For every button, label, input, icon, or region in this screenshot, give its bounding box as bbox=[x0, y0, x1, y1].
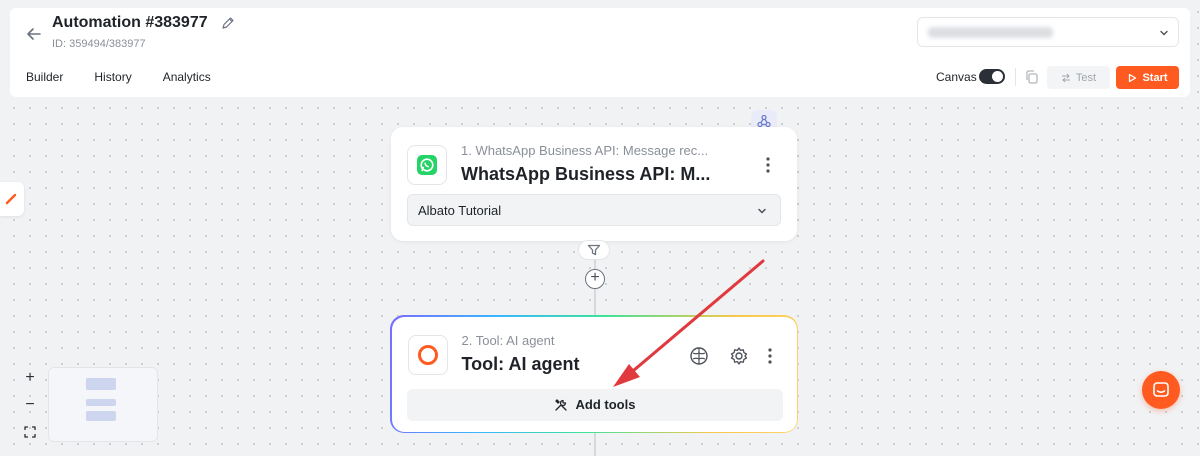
toggle-knob bbox=[992, 71, 1003, 82]
connection-select-value: Albato Tutorial bbox=[418, 203, 502, 218]
whatsapp-icon bbox=[407, 145, 447, 185]
trigger-node-card[interactable]: 1. WhatsApp Business API: Message rec...… bbox=[391, 127, 797, 241]
minimap-node bbox=[86, 399, 116, 406]
zoom-in-icon[interactable]: + bbox=[17, 367, 43, 389]
chevron-down-icon bbox=[756, 205, 768, 217]
minimap-node bbox=[86, 411, 116, 421]
tab-history[interactable]: History bbox=[94, 70, 131, 84]
more-options-icon[interactable] bbox=[762, 347, 778, 365]
gear-icon[interactable] bbox=[728, 345, 750, 367]
add-step-icon[interactable]: + bbox=[585, 269, 605, 289]
node-step-label: 2. Tool: AI agent bbox=[461, 332, 555, 348]
automation-id: ID: 359494/383977 bbox=[52, 38, 146, 50]
side-panel-toggle[interactable] bbox=[0, 182, 24, 216]
add-tools-button[interactable]: Add tools bbox=[406, 388, 783, 421]
add-tools-label: Add tools bbox=[575, 397, 636, 412]
connector-line bbox=[594, 433, 596, 456]
canvas-toggle-label: Canvas bbox=[936, 70, 977, 84]
fit-view-icon[interactable] bbox=[17, 421, 43, 443]
ai-agent-node-body: 2. Tool: AI agent Tool: AI agent Add too… bbox=[391, 316, 797, 432]
tab-builder[interactable]: Builder bbox=[26, 70, 63, 84]
chat-icon bbox=[1153, 382, 1169, 397]
account-select[interactable] bbox=[917, 17, 1179, 47]
minimap-node bbox=[86, 378, 116, 390]
toolbar-divider bbox=[1015, 68, 1016, 86]
minimap[interactable] bbox=[48, 367, 158, 442]
node-title: Tool: AI agent bbox=[461, 353, 580, 374]
canvas-toggle[interactable] bbox=[979, 69, 1005, 84]
tools-icon bbox=[554, 398, 567, 411]
zoom-out-icon[interactable]: − bbox=[17, 394, 43, 416]
connector-line bbox=[594, 289, 596, 316]
brain-icon[interactable] bbox=[688, 345, 710, 367]
zoom-controls: + − bbox=[16, 367, 44, 443]
start-button-label: Start bbox=[1142, 71, 1168, 84]
account-name-redacted bbox=[928, 27, 1053, 38]
play-icon bbox=[1129, 73, 1137, 82]
tab-bar: Builder History Analytics bbox=[26, 70, 242, 84]
copy-icon[interactable] bbox=[1024, 69, 1040, 85]
connection-select[interactable]: Albato Tutorial bbox=[407, 194, 781, 226]
header-bar: Automation #383977 ID: 359494/383977 Bui… bbox=[10, 8, 1190, 97]
webhook-icon bbox=[757, 114, 771, 128]
swap-icon bbox=[1061, 73, 1070, 82]
ai-agent-icon bbox=[407, 334, 448, 375]
node-title: WhatsApp Business API: M... bbox=[461, 164, 711, 184]
tab-analytics[interactable]: Analytics bbox=[163, 70, 211, 84]
chevron-down-icon bbox=[1158, 26, 1170, 38]
support-chat-button[interactable] bbox=[1142, 371, 1180, 409]
node-step-label: 1. WhatsApp Business API: Message rec... bbox=[461, 143, 709, 158]
filter-button[interactable] bbox=[578, 240, 610, 260]
pencil-icon[interactable] bbox=[221, 16, 235, 30]
start-button[interactable]: Start bbox=[1116, 66, 1179, 89]
page-title: Automation #383977 bbox=[52, 14, 208, 31]
back-arrow-icon[interactable] bbox=[24, 24, 44, 44]
more-options-icon[interactable] bbox=[760, 156, 776, 174]
filter-icon bbox=[587, 244, 601, 256]
ai-agent-node-card[interactable]: 2. Tool: AI agent Tool: AI agent Add too… bbox=[390, 315, 798, 433]
test-button-label: Test bbox=[1075, 71, 1097, 84]
test-button[interactable]: Test bbox=[1047, 66, 1110, 89]
brush-icon bbox=[5, 193, 17, 205]
